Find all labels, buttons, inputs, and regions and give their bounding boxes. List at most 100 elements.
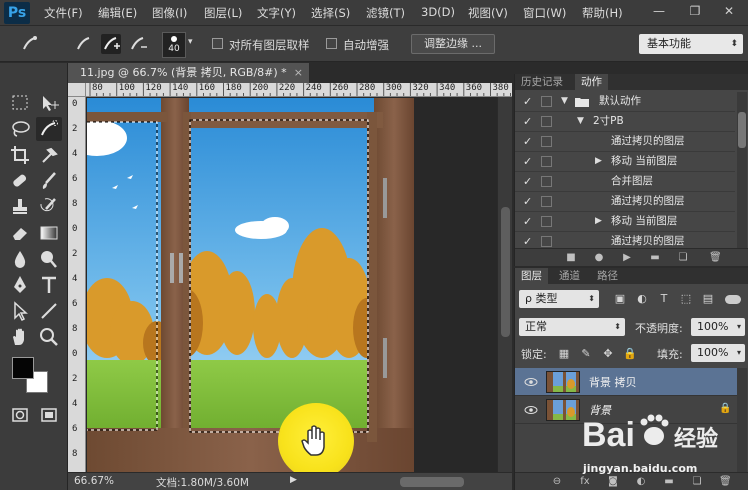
image-canvas[interactable] bbox=[87, 98, 414, 472]
document-tab[interactable]: 11.jpg @ 66.7% (背景 拷贝, RGB/8#) * × bbox=[68, 63, 310, 83]
move-tool-icon[interactable] bbox=[36, 91, 62, 115]
expand-icon[interactable]: ▶ bbox=[595, 212, 602, 231]
new-set-icon[interactable]: ▬ bbox=[649, 252, 661, 264]
tab-layers[interactable]: 图层 bbox=[515, 268, 548, 284]
tab-actions[interactable]: 动作 bbox=[575, 74, 608, 90]
layer-filter-select[interactable]: ρ 类型 ⬍ bbox=[519, 290, 599, 308]
dialog-toggle[interactable] bbox=[541, 136, 552, 147]
action-enabled-icon[interactable]: ✓ bbox=[523, 112, 533, 131]
dialog-toggle[interactable] bbox=[541, 96, 552, 107]
type-filter-icon[interactable]: T bbox=[657, 292, 671, 306]
action-row[interactable]: ✓ ▼ 2寸PB bbox=[515, 112, 735, 132]
action-row[interactable]: ✓ 通过拷贝的图层 bbox=[515, 192, 735, 212]
action-row[interactable]: ✓ 通过拷贝的图层 bbox=[515, 132, 735, 152]
dialog-toggle[interactable] bbox=[541, 156, 552, 167]
add-to-selection-brush-icon[interactable] bbox=[101, 34, 121, 54]
menu-3d[interactable]: 3D(D) bbox=[421, 5, 455, 19]
trash-icon[interactable]: 🗑 bbox=[709, 252, 722, 264]
spot-healing-brush-icon[interactable] bbox=[7, 169, 33, 193]
eyedropper-tool-icon[interactable] bbox=[36, 143, 62, 167]
menu-filter[interactable]: 滤镜(T) bbox=[366, 5, 405, 21]
eye-icon[interactable] bbox=[524, 403, 538, 417]
shape-filter-icon[interactable]: ⬚ bbox=[679, 292, 693, 306]
eye-icon[interactable] bbox=[524, 375, 538, 389]
actions-scrollbar[interactable] bbox=[737, 92, 747, 248]
menu-select[interactable]: 选择(S) bbox=[311, 5, 350, 21]
smart-object-filter-icon[interactable]: ▤ bbox=[701, 292, 715, 306]
opacity-input[interactable]: 100% ▾ bbox=[691, 318, 745, 336]
menu-image[interactable]: 图像(I) bbox=[152, 5, 187, 21]
vertical-scrollbar[interactable] bbox=[497, 97, 512, 472]
horizontal-ruler[interactable]: 80 100 120 140 160 180 200 220 240 260 280 300 320 34… bbox=[86, 83, 512, 97]
quick-selection-tool-preset-icon[interactable] bbox=[20, 34, 40, 54]
new-action-icon[interactable]: ❏ bbox=[677, 252, 689, 264]
lasso-tool-icon[interactable] bbox=[7, 117, 33, 141]
refine-edge-button[interactable]: 调整边缘 ... bbox=[411, 34, 495, 54]
action-enabled-icon[interactable]: ✓ bbox=[523, 212, 533, 231]
expand-icon[interactable]: ▼ bbox=[561, 92, 568, 111]
restore-button[interactable]: ❐ bbox=[684, 2, 706, 20]
status-menu-arrow-icon[interactable]: ▶ bbox=[290, 475, 297, 485]
quick-selection-tool-icon[interactable] bbox=[36, 117, 62, 141]
tab-channels[interactable]: 通道 bbox=[553, 268, 586, 284]
zoom-tool-icon[interactable] bbox=[36, 325, 62, 349]
stop-icon[interactable]: ■ bbox=[565, 252, 577, 264]
path-selection-tool-icon[interactable] bbox=[7, 299, 33, 323]
marquee-tool-icon[interactable] bbox=[7, 91, 33, 115]
filter-toggle[interactable] bbox=[725, 295, 741, 304]
auto-enhance-checkbox[interactable] bbox=[326, 38, 337, 49]
brush-tool-icon[interactable] bbox=[36, 169, 62, 193]
dialog-toggle[interactable] bbox=[541, 176, 552, 187]
tab-history[interactable]: 历史记录 bbox=[515, 74, 569, 90]
pixel-filter-icon[interactable]: ▣ bbox=[613, 292, 627, 306]
lock-image-icon[interactable]: ✎ bbox=[579, 347, 593, 361]
actions-scroll-thumb[interactable] bbox=[738, 112, 746, 148]
menu-help[interactable]: 帮助(H) bbox=[582, 5, 623, 21]
action-enabled-icon[interactable]: ✓ bbox=[523, 152, 533, 171]
dialog-toggle[interactable] bbox=[541, 236, 552, 247]
screen-mode-icon[interactable] bbox=[36, 403, 62, 427]
blur-tool-icon[interactable] bbox=[7, 247, 33, 271]
quick-mask-icon[interactable] bbox=[7, 403, 33, 427]
record-icon[interactable]: ● bbox=[593, 252, 605, 264]
menu-layer[interactable]: 图层(L) bbox=[204, 5, 242, 21]
hand-tool-icon[interactable] bbox=[7, 325, 33, 349]
dodge-tool-icon[interactable] bbox=[36, 247, 62, 271]
vertical-ruler[interactable]: 0 2 4 6 8 0 2 4 6 8 0 2 4 6 8 bbox=[68, 97, 86, 472]
history-brush-tool-icon[interactable] bbox=[36, 195, 62, 219]
type-tool-icon[interactable] bbox=[36, 273, 62, 297]
gradient-tool-icon[interactable] bbox=[36, 221, 62, 245]
play-icon[interactable]: ▶ bbox=[621, 252, 633, 264]
action-enabled-icon[interactable]: ✓ bbox=[523, 92, 533, 111]
crop-tool-icon[interactable] bbox=[7, 143, 33, 167]
lock-position-icon[interactable]: ✥ bbox=[601, 347, 615, 361]
pen-tool-icon[interactable] bbox=[7, 273, 33, 297]
layer-row-background-copy[interactable]: 背景 拷贝 bbox=[515, 368, 737, 396]
menu-type[interactable]: 文字(Y) bbox=[257, 5, 296, 21]
brush-size-picker[interactable]: 40 bbox=[162, 32, 186, 58]
action-row[interactable]: ✓ ▶ 移动 当前图层 bbox=[515, 212, 735, 232]
vertical-scroll-thumb[interactable] bbox=[501, 207, 510, 337]
adjustment-filter-icon[interactable]: ◐ bbox=[635, 292, 649, 306]
menu-view[interactable]: 视图(V) bbox=[468, 5, 508, 21]
dialog-toggle[interactable] bbox=[541, 116, 552, 127]
new-selection-brush-icon[interactable] bbox=[74, 34, 94, 54]
menu-file[interactable]: 文件(F) bbox=[44, 5, 83, 21]
menu-edit[interactable]: 编辑(E) bbox=[98, 5, 137, 21]
fill-input[interactable]: 100% ▾ bbox=[691, 344, 745, 362]
close-document-icon[interactable]: × bbox=[294, 63, 303, 83]
action-enabled-icon[interactable]: ✓ bbox=[523, 172, 533, 191]
action-row[interactable]: ✓ ▶ 移动 当前图层 bbox=[515, 152, 735, 172]
blend-mode-select[interactable]: 正常 ⬍ bbox=[519, 318, 625, 336]
action-enabled-icon[interactable]: ✓ bbox=[523, 232, 533, 248]
lock-transparent-icon[interactable]: ▦ bbox=[557, 347, 571, 361]
close-window-button[interactable]: ✕ bbox=[718, 2, 740, 20]
action-enabled-icon[interactable]: ✓ bbox=[523, 132, 533, 151]
line-tool-icon[interactable] bbox=[36, 299, 62, 323]
expand-icon[interactable]: ▶ bbox=[595, 152, 602, 171]
horizontal-scroll-thumb[interactable] bbox=[400, 477, 464, 487]
subtract-from-selection-brush-icon[interactable] bbox=[128, 34, 148, 54]
menu-window[interactable]: 窗口(W) bbox=[523, 5, 566, 21]
link-layers-icon[interactable]: ⊖ bbox=[551, 476, 563, 488]
action-enabled-icon[interactable]: ✓ bbox=[523, 192, 533, 211]
